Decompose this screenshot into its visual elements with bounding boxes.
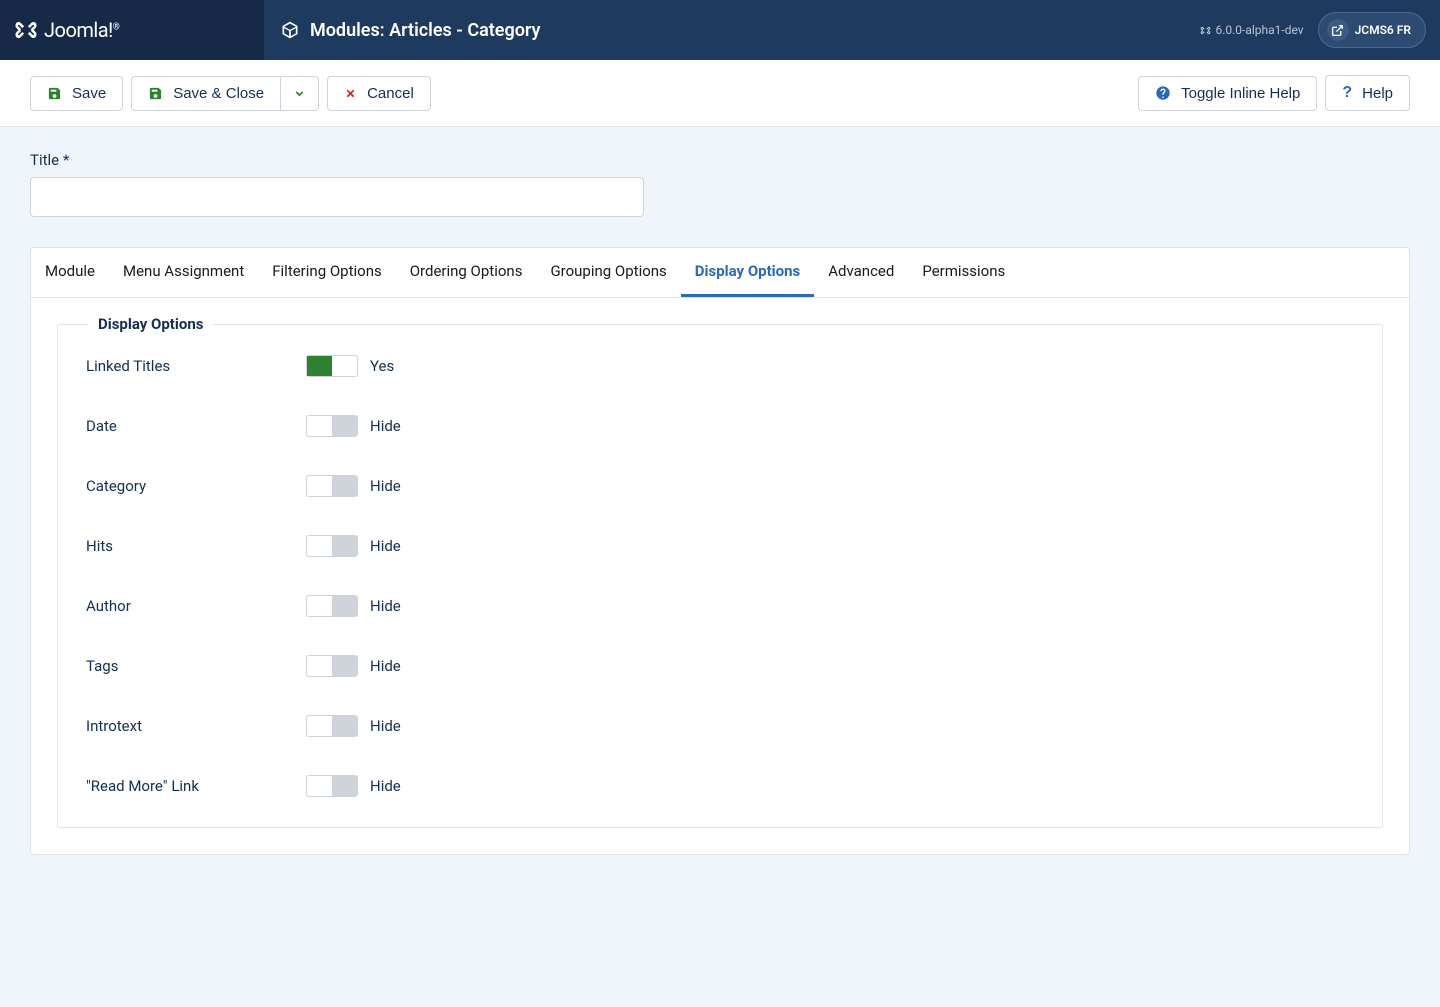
- switch-value-text: Hide: [370, 597, 401, 615]
- version-text: 6.0.0-alpha1-dev: [1200, 23, 1303, 37]
- field-label: "Read More" Link: [86, 777, 306, 795]
- switch-value-text: Hide: [370, 657, 401, 675]
- help-button[interactable]: ? Help: [1325, 75, 1410, 111]
- fieldset-legend: Display Options: [88, 315, 213, 333]
- field-row: Introtext Hide: [86, 715, 1354, 737]
- field-label: Tags: [86, 657, 306, 675]
- app-header: Joomla!® Modules: Articles - Category 6.…: [0, 0, 1440, 60]
- joomla-small-icon: [1200, 25, 1211, 36]
- save-dropdown-button[interactable]: [281, 76, 319, 111]
- tab-filtering-options[interactable]: Filtering Options: [258, 248, 395, 297]
- toggle-switch[interactable]: [306, 475, 358, 497]
- save-close-label: Save & Close: [173, 85, 264, 102]
- toggle-inline-help-button[interactable]: Toggle Inline Help: [1138, 76, 1317, 111]
- tab-module[interactable]: Module: [31, 248, 109, 297]
- save-icon: [47, 86, 62, 101]
- tabs-container: ModuleMenu AssignmentFiltering OptionsOr…: [30, 247, 1410, 855]
- toggle-switch[interactable]: [306, 655, 358, 677]
- toggle-switch[interactable]: [306, 595, 358, 617]
- field-label: Introtext: [86, 717, 306, 735]
- toggle-switch[interactable]: [306, 535, 358, 557]
- help-circle-icon: [1155, 85, 1171, 101]
- field-row: Linked Titles Yes: [86, 355, 1354, 377]
- question-icon: ?: [1342, 84, 1352, 102]
- field-label: Author: [86, 597, 306, 615]
- field-row: "Read More" Link Hide: [86, 775, 1354, 797]
- display-options-fieldset: Display Options Linked TitlesYesDateHide…: [57, 324, 1383, 828]
- toggle-switch[interactable]: [306, 415, 358, 437]
- switch-container: Hide: [306, 595, 401, 617]
- cube-icon: [280, 20, 300, 40]
- header-right: 6.0.0-alpha1-dev JCMS6 FR: [1200, 12, 1440, 48]
- logo-text: Joomla!®: [44, 18, 119, 42]
- switch-container: Hide: [306, 415, 401, 437]
- save-icon: [148, 86, 163, 101]
- switch-container: Hide: [306, 715, 401, 737]
- page-title: Modules: Articles - Category: [310, 20, 540, 41]
- tabs: ModuleMenu AssignmentFiltering OptionsOr…: [31, 248, 1409, 298]
- switch-container: Hide: [306, 475, 401, 497]
- field-label: Hits: [86, 537, 306, 555]
- logo-area[interactable]: Joomla!®: [0, 0, 264, 60]
- tab-content: Display Options Linked Titles Yes Date Hide…: [31, 298, 1409, 854]
- field-row: Author Hide: [86, 595, 1354, 617]
- site-link-label: JCMS6 FR: [1355, 23, 1411, 37]
- chevron-down-icon: [293, 87, 306, 100]
- tab-display-options[interactable]: Display Options: [681, 248, 814, 297]
- field-row: Date Hide: [86, 415, 1354, 437]
- field-label: Category: [86, 477, 306, 495]
- field-label: Date: [86, 417, 306, 435]
- field-row: Tags Hide: [86, 655, 1354, 677]
- content-area: Title * ModuleMenu AssignmentFiltering O…: [0, 127, 1440, 879]
- toolbar: Save Save & Close Cancel Toggle Inline H…: [0, 60, 1440, 127]
- field-label: Linked Titles: [86, 357, 306, 375]
- switch-container: Hide: [306, 535, 401, 557]
- toggle-help-label: Toggle Inline Help: [1181, 85, 1300, 102]
- field-row: Hits Hide: [86, 535, 1354, 557]
- joomla-logo-icon: [14, 18, 38, 42]
- tab-advanced[interactable]: Advanced: [814, 248, 908, 297]
- save-button[interactable]: Save: [30, 76, 123, 111]
- switch-value-text: Hide: [370, 717, 401, 735]
- switch-value-text: Hide: [370, 777, 401, 795]
- tab-grouping-options[interactable]: Grouping Options: [536, 248, 680, 297]
- switch-container: Hide: [306, 655, 401, 677]
- switch-container: Yes: [306, 355, 394, 377]
- switch-value-text: Yes: [370, 357, 394, 375]
- title-label: Title *: [30, 151, 1410, 169]
- switch-value-text: Hide: [370, 417, 401, 435]
- external-link-icon: [1327, 19, 1349, 41]
- save-label: Save: [72, 85, 106, 102]
- close-icon: [344, 87, 357, 100]
- toggle-switch[interactable]: [306, 775, 358, 797]
- cancel-button[interactable]: Cancel: [327, 76, 431, 111]
- field-row: Category Hide: [86, 475, 1354, 497]
- tab-ordering-options[interactable]: Ordering Options: [396, 248, 537, 297]
- page-title-area: Modules: Articles - Category: [264, 20, 1200, 41]
- help-label: Help: [1362, 85, 1393, 102]
- tab-permissions[interactable]: Permissions: [908, 248, 1019, 297]
- site-link[interactable]: JCMS6 FR: [1318, 12, 1426, 48]
- save-close-group: Save & Close: [131, 76, 319, 111]
- toggle-switch[interactable]: [306, 355, 358, 377]
- cancel-label: Cancel: [367, 85, 414, 102]
- tab-menu-assignment[interactable]: Menu Assignment: [109, 248, 258, 297]
- save-close-button[interactable]: Save & Close: [131, 76, 281, 111]
- switch-container: Hide: [306, 775, 401, 797]
- toggle-switch[interactable]: [306, 715, 358, 737]
- switch-value-text: Hide: [370, 537, 401, 555]
- switch-value-text: Hide: [370, 477, 401, 495]
- title-input[interactable]: [30, 177, 644, 217]
